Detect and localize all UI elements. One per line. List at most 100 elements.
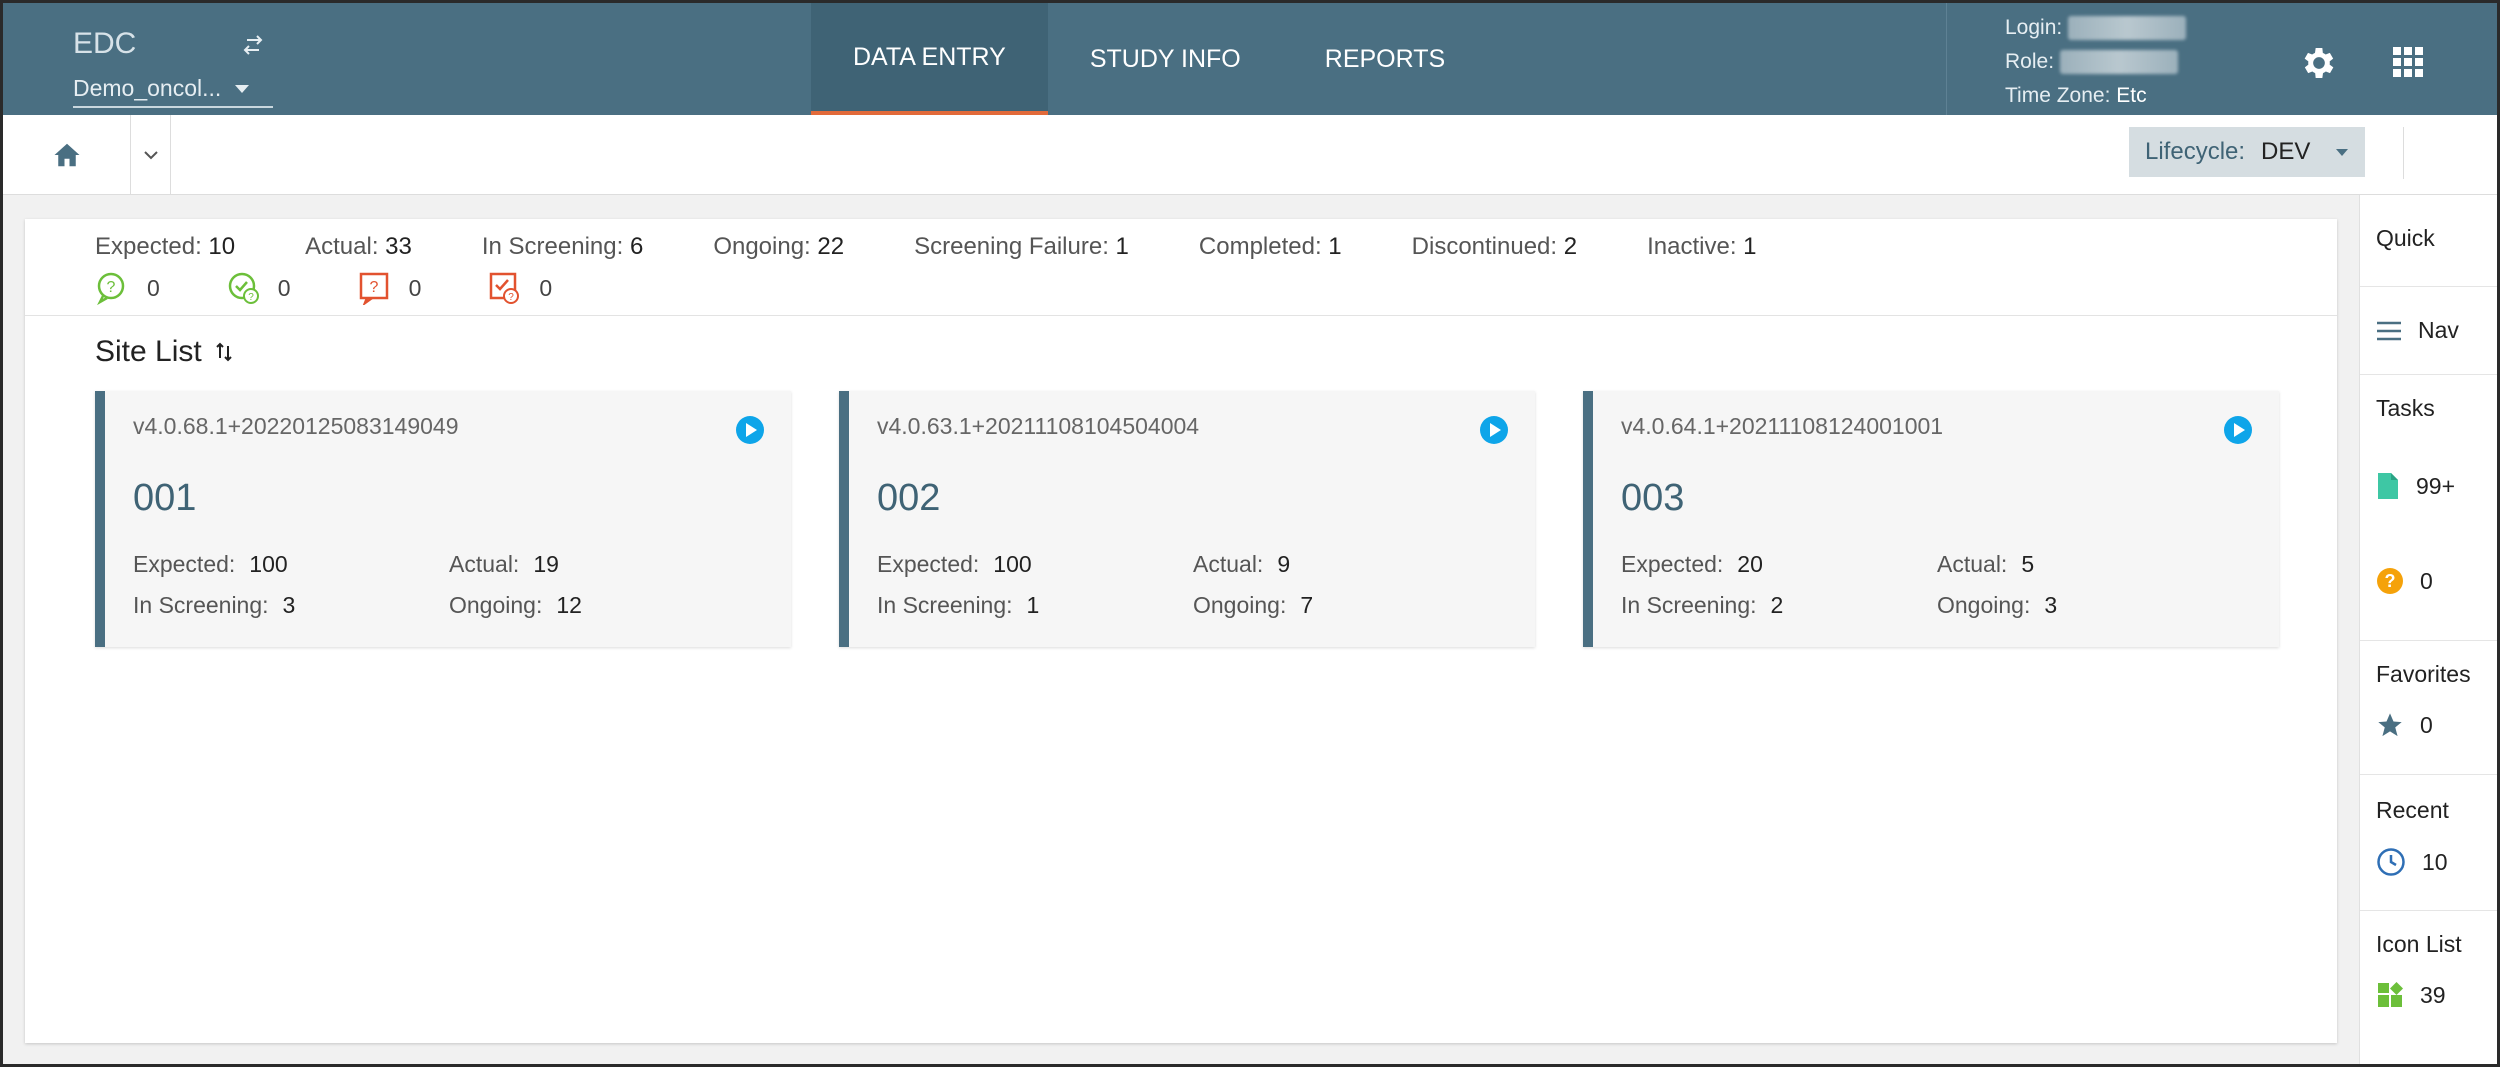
site-version: v4.0.68.1+20220125083149049 [133,413,459,439]
tasks-count: 99+ [2416,472,2456,499]
sort-icon[interactable] [214,340,234,364]
site-stats: Expected: 20 Actual: 5 In Screening: 2 Ongo… [1621,551,2241,619]
site-in-screening: In Screening: 2 [1621,592,1784,618]
document-icon [2378,473,2398,499]
answered-query-count: 0 [277,274,291,301]
icon-list-count: 39 [2420,981,2446,1008]
app-name: EDC [73,27,137,60]
home-icon [54,143,79,167]
site-list-heading: Site List [95,335,234,369]
queries-item[interactable]: ? 0 [2376,567,2433,595]
timezone-value: Etc [2116,84,2147,107]
tab-study-info[interactable]: STUDY INFO [1048,3,1283,115]
quick-favorites: Favorites 0 [2360,641,2497,775]
subject-summary: Expected: 10 Actual: 33 In Screening: 6 … [95,233,1827,261]
user-info: Login: Role: Time Zone: Etc [1946,3,2187,115]
quick-icon-list: Icon List 39 [2360,911,2497,1064]
star-icon [2378,713,2402,737]
site-card[interactable]: v4.0.68.1+20220125083149049 001 Expected… [95,391,791,647]
icon-list-title: Icon List [2376,931,2462,957]
play-icon[interactable] [1479,415,1509,445]
svg-text:?: ? [248,292,254,303]
chevron-down-icon [2336,148,2349,156]
new-query-icon: ? [359,272,388,305]
stat-discontinued: Discontinued: 2 [1411,233,1578,260]
query-summary: ? 0 ? 0 ? 0 ? 0 [95,271,618,305]
quick-title: Quick [2376,225,2435,251]
app-window: EDC Demo_oncol... DATA ENTRY STUDY INFO … [0,0,2500,1067]
top-bar: EDC Demo_oncol... DATA ENTRY STUDY INFO … [3,3,2497,115]
role-value-redacted [2059,50,2178,75]
favorites-count: 0 [2420,711,2433,738]
site-number[interactable]: 002 [877,477,940,520]
stat-screening-failure: Screening Failure: 1 [914,233,1129,260]
recent-count: 10 [2422,848,2448,875]
play-icon[interactable] [735,415,765,445]
breadcrumb-dropdown[interactable] [131,115,171,195]
svg-text:?: ? [2385,571,2396,591]
quick-nav[interactable]: Nav [2360,287,2497,375]
widgets-icon [2378,982,2403,1007]
tasks-title: Tasks [2376,395,2435,421]
site-actual: Actual: 5 [1937,551,2035,577]
review-query-stat[interactable]: ? 0 [487,271,552,305]
open-query-icon: ? [97,272,125,305]
icon-list-item[interactable]: 39 [2376,981,2446,1009]
lifecycle-select[interactable]: Lifecycle: DEV [2129,127,2365,177]
timezone-label: Time Zone: [2005,84,2111,107]
divider [25,315,2337,316]
tasks-item[interactable]: 99+ [2376,471,2455,501]
site-list-title: Site List [95,335,202,368]
favorites-title: Favorites [2376,661,2471,687]
gear-icon[interactable] [2299,43,2339,83]
favorites-item[interactable]: 0 [2376,711,2433,739]
new-query-count: 0 [408,274,422,301]
nav-item[interactable]: Nav [2376,317,2459,344]
answered-query-icon: ? [228,272,259,304]
recent-item[interactable]: 10 [2376,847,2448,877]
site-stats: Expected: 100 Actual: 19 In Screening: 3 On… [133,551,753,619]
chevron-down-icon [143,151,158,160]
play-icon[interactable] [2223,415,2253,445]
new-query-stat[interactable]: ? 0 [357,271,422,305]
recent-title: Recent [2376,797,2449,823]
svg-text:?: ? [369,279,378,296]
quick-recent: Recent 10 [2360,775,2497,911]
site-number[interactable]: 001 [133,477,196,520]
swap-icon[interactable] [239,31,267,59]
site-card[interactable]: v4.0.63.1+20211108104504004 002 Expected… [839,391,1535,647]
tab-reports[interactable]: REPORTS [1283,3,1487,115]
site-stats: Expected: 100 Actual: 9 In Screening: 1 Ong… [877,551,1497,619]
open-query-stat[interactable]: ? 0 [95,271,160,305]
site-in-screening: In Screening: 3 [133,592,296,618]
svg-text:?: ? [509,292,515,303]
site-ongoing: Ongoing: 12 [449,592,582,618]
answered-query-stat[interactable]: ? 0 [226,271,291,305]
login-label: Login: [2005,16,2063,39]
quick-header: Quick [2360,195,2497,287]
site-actual: Actual: 9 [1193,551,1291,577]
site-expected: Expected: 100 [133,551,288,577]
site-in-screening: In Screening: 1 [877,592,1040,618]
queries-count: 0 [2420,567,2433,594]
study-name: Demo_oncol... [73,75,222,101]
site-ongoing: Ongoing: 3 [1937,592,2058,618]
site-card[interactable]: v4.0.64.1+20211108124001001 003 Expected… [1583,391,2279,647]
site-expected: Expected: 100 [877,551,1032,577]
question-icon: ? [2377,568,2403,594]
stat-actual: Actual: 33 [305,233,412,260]
quick-panel: Quick Nav Tasks 99+ ? 0 Favorites 0 Rece… [2359,195,2497,1064]
home-button[interactable] [3,115,131,195]
sub-bar: Lifecycle: DEV [3,115,2497,195]
svg-text:?: ? [107,279,116,296]
site-number[interactable]: 003 [1621,477,1684,520]
tab-data-entry[interactable]: DATA ENTRY [811,3,1048,115]
apps-grid-icon[interactable] [2393,47,2423,77]
stat-completed: Completed: 1 [1198,233,1342,260]
study-selector[interactable]: Demo_oncol... [73,75,273,108]
site-actual: Actual: 19 [449,551,559,577]
stat-in-screening: In Screening: 6 [481,233,644,260]
review-query-count: 0 [539,274,553,301]
site-expected: Expected: 20 [1621,551,1763,577]
clock-icon [2377,848,2405,876]
